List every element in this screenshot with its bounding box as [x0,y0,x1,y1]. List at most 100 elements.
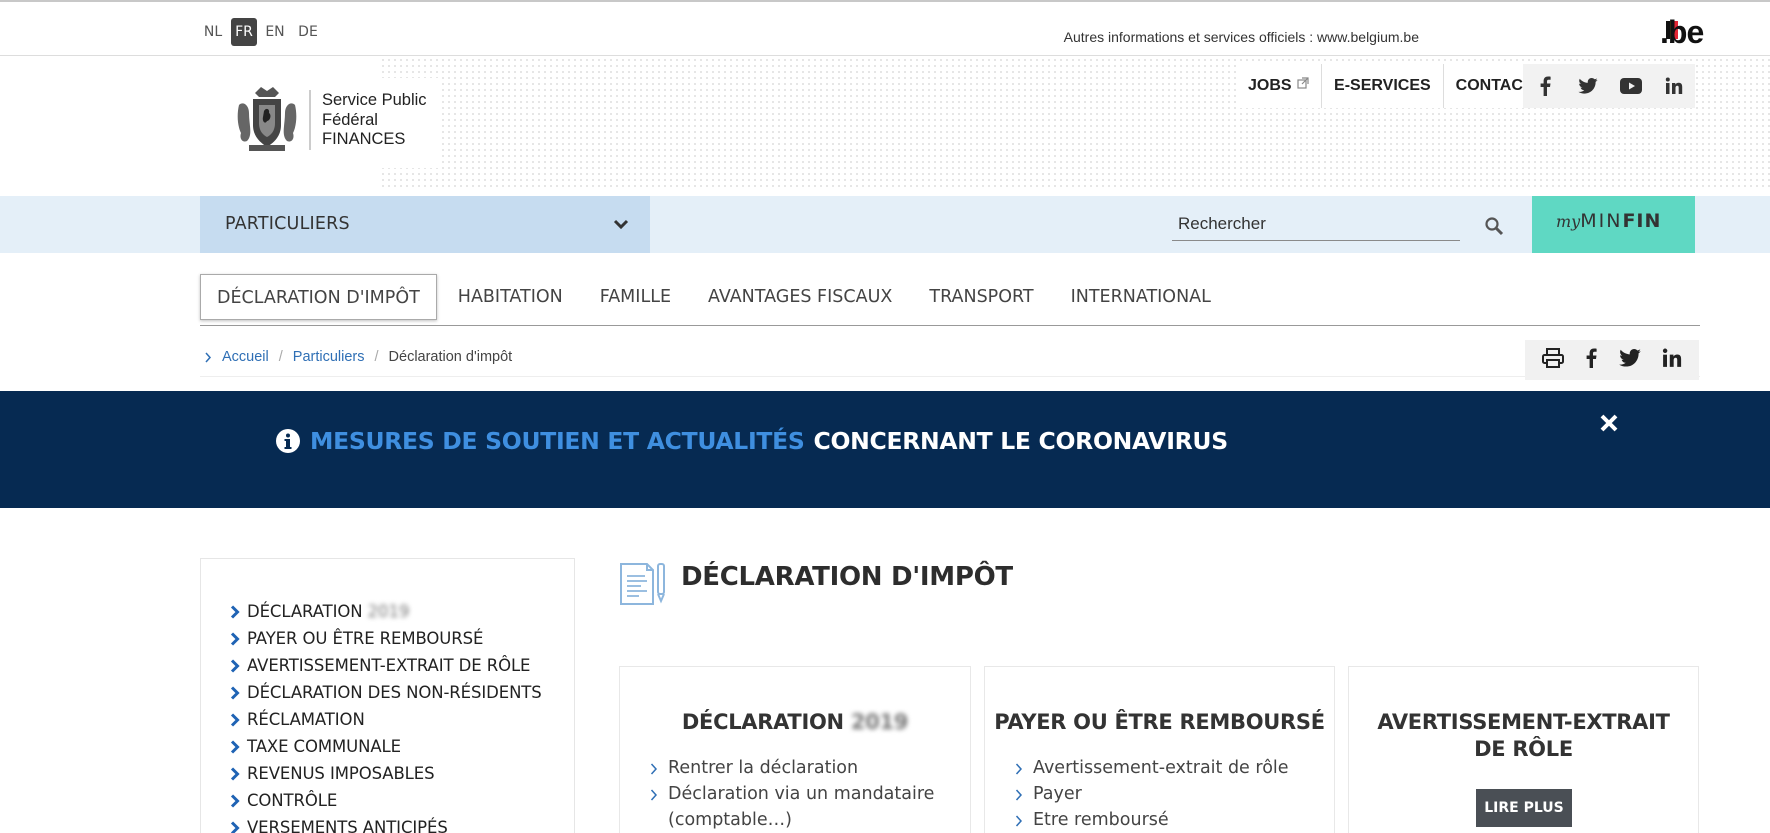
lang-nl[interactable]: NL [200,18,226,46]
breadcrumb-separator: / [374,349,379,365]
linkedin-icon[interactable] [1652,64,1695,108]
chevron-right-icon [205,352,212,362]
sidebar-item-declaration[interactable]: DÉCLARATION 2019 [230,598,542,625]
breadcrumb-separator: / [278,349,283,365]
audience-select[interactable]: PARTICULIERS [200,196,650,253]
card-links: Avertissement-extrait de rôle Payer Etre… [1015,755,1289,833]
card-link[interactable]: Avertissement-extrait de rôle [1015,755,1289,781]
card-link[interactable]: Rentrer la déclaration [650,755,940,781]
share-twitter-icon[interactable] [1618,349,1641,371]
menu-divider [200,325,1700,326]
chevron-right-icon [230,766,240,781]
chevron-right-icon [230,712,240,727]
jobs-link[interactable]: JOBS [1236,64,1323,108]
sidebar-item-payer[interactable]: PAYER OU ÊTRE REMBOURSÉ [230,625,542,652]
card-declaration: DÉCLARATION 2019 Rentrer la déclaration … [619,666,971,833]
sidebar-item-revenus[interactable]: REVENUS IMPOSABLES [230,760,542,787]
sidebar-item-label: PAYER OU ÊTRE REMBOURSÉ [247,629,484,648]
menu-item-international[interactable]: INTERNATIONAL [1055,274,1227,320]
facebook-icon[interactable] [1523,64,1566,108]
jobs-label: JOBS [1248,77,1292,94]
document-icon [619,560,669,610]
card-link-label: Rentrer la déclaration [668,758,859,778]
card-title-text: DÉCLARATION [681,710,844,734]
youtube-icon[interactable] [1609,64,1652,108]
social-links [1523,64,1695,108]
myminfin-button[interactable]: myMINFIN [1532,196,1695,253]
banner-highlight: MESURES DE SOUTIEN ET ACTUALITÉS [310,427,805,455]
sidebar-item-label: DÉCLARATION [247,602,363,621]
breadcrumb-home[interactable]: Accueil [222,349,269,365]
search-icon[interactable] [1484,216,1504,240]
chevron-right-icon [230,793,240,808]
sidebar-item-taxe-communale[interactable]: TAXE COMMUNALE [230,733,542,760]
lang-fr[interactable]: FR [231,18,257,46]
print-icon[interactable] [1541,348,1564,372]
share-tools [1525,340,1699,380]
menu-item-transport[interactable]: TRANSPORT [913,274,1049,320]
menu-item-avantages-fiscaux[interactable]: AVANTAGES FISCAUX [692,274,908,320]
myminfin-prefix: my [1556,212,1581,231]
card-title[interactable]: PAYER OU ÊTRE REMBOURSÉ [985,709,1334,736]
lang-en[interactable]: EN [262,18,288,46]
eservices-link[interactable]: E-SERVICES [1322,64,1444,108]
card-links: Rentrer la déclaration Déclaration via u… [650,755,940,833]
search-input[interactable] [1172,208,1460,241]
logo-text: Service Public Fédéral FINANCES [322,91,427,150]
sidebar-item-label: RÉCLAMATION [247,710,365,729]
sidebar-item-label: CONTRÔLE [247,791,338,810]
myminfin-bold: FIN [1622,210,1662,232]
banner-message[interactable]: MESURES DE SOUTIEN ET ACTUALITÉS CONCERN… [275,427,1228,455]
chevron-right-icon [650,789,658,801]
chevron-right-icon [1015,763,1023,775]
chevron-right-icon [230,604,240,619]
card-title-line-1: AVERTISSEMENT-EXTRAIT [1377,710,1670,734]
card-title[interactable]: DÉCLARATION 2019 [620,709,970,736]
logo-line-1: Service Public [322,91,427,109]
sidebar-list: DÉCLARATION 2019 PAYER OU ÊTRE REMBOURSÉ… [230,598,542,833]
card-title[interactable]: AVERTISSEMENT-EXTRAIT DE RÔLE [1349,709,1698,763]
belgium-link[interactable]: Autres informations et services officiel… [1064,29,1419,45]
breadcrumb: Accueil / Particuliers / Déclaration d'i… [204,349,512,365]
chevron-right-icon [1015,815,1023,827]
sidebar-item-label: DÉCLARATION DES NON-RÉSIDENTS [247,683,542,702]
card-payer: PAYER OU ÊTRE REMBOURSÉ Avertissement-ex… [984,666,1335,833]
twitter-icon[interactable] [1566,64,1609,108]
sidebar-item-versements[interactable]: VERSEMENTS ANTICIPÉS [230,814,542,833]
close-icon[interactable] [1599,413,1619,437]
card-link[interactable]: Etre remboursé [1015,807,1289,833]
logo-separator [309,90,311,150]
card-link[interactable]: Déclaration via un mandataire (comptable… [650,781,940,833]
breadcrumb-divider [200,376,1700,377]
sidebar-item-label: TAXE COMMUNALE [247,737,401,756]
card-link[interactable]: Payer [1015,781,1289,807]
sidebar-item-year: 2019 [367,602,410,621]
lang-de[interactable]: DE [295,18,321,46]
menu-item-declaration[interactable]: DÉCLARATION D'IMPÔT [200,274,437,320]
share-linkedin-icon[interactable] [1662,348,1682,372]
breadcrumb-particuliers[interactable]: Particuliers [293,349,365,365]
be-logo-text: .be [1660,14,1704,50]
chevron-right-icon [650,763,658,775]
breadcrumb-current: Déclaration d'impôt [388,349,513,365]
external-link-icon [1297,77,1309,89]
chevron-right-icon [230,739,240,754]
chevron-right-icon [230,631,240,646]
myminfin-main: MIN [1580,210,1623,232]
sidebar-item-controle[interactable]: CONTRÔLE [230,787,542,814]
share-facebook-icon[interactable] [1585,348,1597,372]
chevron-right-icon [230,685,240,700]
menu-item-famille[interactable]: FAMILLE [584,274,687,320]
logo-line-3: FINANCES [322,130,406,148]
logo-line-2: Fédéral [322,110,378,129]
menu-item-habitation[interactable]: HABITATION [442,274,579,320]
read-more-button[interactable]: LIRE PLUS [1476,789,1572,827]
sidebar-item-non-residents[interactable]: DÉCLARATION DES NON-RÉSIDENTS [230,679,542,706]
card-avertissement: AVERTISSEMENT-EXTRAIT DE RÔLE LIRE PLUS [1348,666,1699,833]
sidebar-item-reclamation[interactable]: RÉCLAMATION [230,706,542,733]
card-link-label: Payer [1033,784,1082,804]
sidebar-item-avertissement[interactable]: AVERTISSEMENT-EXTRAIT DE RÔLE [230,652,542,679]
crest-icon [235,85,299,155]
chevron-right-icon [230,820,240,833]
chevron-down-icon [613,216,629,235]
